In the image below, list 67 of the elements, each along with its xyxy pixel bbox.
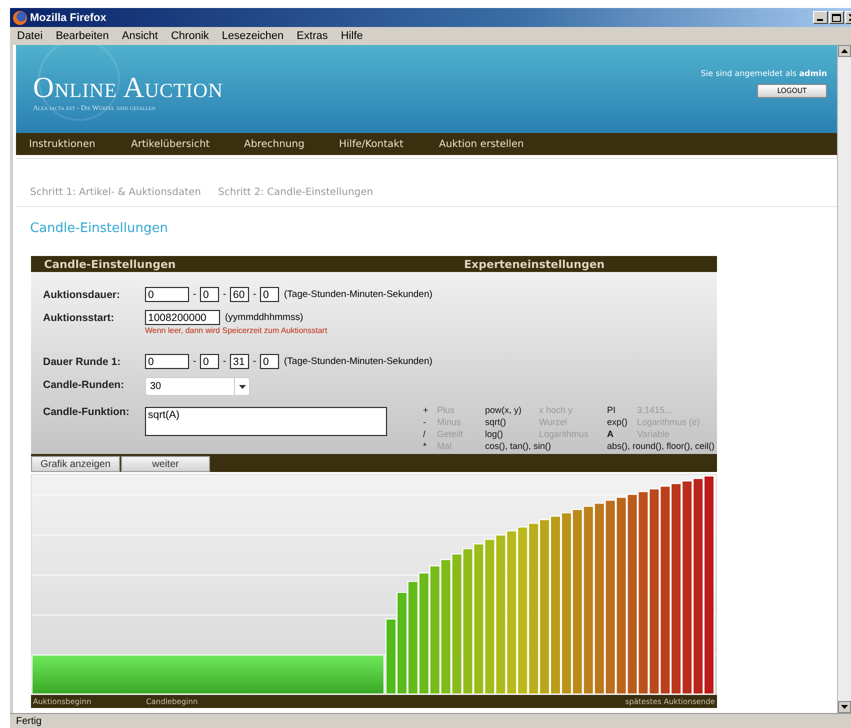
menu-item[interactable]: Chronik	[170, 30, 209, 42]
legend-term: PI	[607, 404, 617, 416]
minimize-button[interactable]	[813, 11, 828, 24]
menu-item[interactable]: Datei	[17, 30, 43, 42]
time-input-field[interactable]: 60	[230, 287, 249, 302]
legend-term: exp()	[607, 416, 629, 428]
panel-title: Candle-Einstellungen	[44, 258, 177, 270]
field-label: Candle-Runden:	[43, 378, 126, 393]
legend-term: /	[423, 428, 427, 440]
rounds-dropdown[interactable]: 30	[145, 377, 250, 396]
field-label: Auktionsdauer:	[43, 288, 122, 303]
time-input-field[interactable]: 31	[230, 354, 249, 369]
legend-term: A	[607, 428, 614, 440]
separator-text: -	[192, 355, 198, 369]
menu-item[interactable]: Hilfe	[340, 30, 363, 42]
separator-text: -	[222, 288, 228, 302]
legend-term: sqrt()	[485, 416, 507, 428]
format-hint: (Tage-Stunden-Minuten-Sekunden)	[284, 355, 432, 369]
nav-link[interactable]: Artikelübersicht	[131, 138, 244, 150]
time-input-field[interactable]: 0	[145, 354, 189, 369]
warning-note: Wenn leer, dann wird Speicerzeit zum Auktionsstart	[145, 326, 328, 335]
separator-text: -	[192, 288, 198, 302]
nav-link[interactable]: Hilfe/Kontakt	[339, 138, 439, 150]
function-input-field[interactable]: sqrt(A)	[145, 407, 387, 436]
separator-text: -	[252, 355, 258, 369]
legend-term: -	[423, 416, 427, 428]
menu-item[interactable]: Bearbeiten	[56, 30, 109, 42]
browser-logo-icon	[13, 10, 27, 24]
nav-link[interactable]: Auktion erstellen	[439, 138, 539, 150]
legend-term: cos(), tan(), sin()	[485, 440, 552, 452]
legend-term: log()	[485, 428, 504, 440]
legend-term: abs(), round(), floor(), ceil()	[607, 440, 715, 452]
time-input-field[interactable]: 0	[260, 354, 279, 369]
panel-button[interactable]: Grafik anzeigen	[31, 456, 120, 472]
legend-term: +	[423, 404, 430, 416]
caret-icon	[238, 384, 246, 388]
nav-link[interactable]: Abrechnung	[244, 138, 339, 150]
login-status: Sie sind angemeldet als admin	[700, 69, 828, 78]
window-title: Mozilla Firefox	[30, 12, 108, 24]
separator-text: -	[222, 355, 228, 369]
scroll-down-icon[interactable]	[841, 705, 848, 709]
scrollbar[interactable]	[837, 45, 851, 713]
menu-item[interactable]: Extras	[296, 30, 328, 42]
expert-settings-title: Experteneinstellungen	[464, 258, 605, 270]
menu-item[interactable]: Ansicht	[122, 30, 158, 42]
site-logo: Online Auction	[33, 73, 224, 103]
nav-link[interactable]: Instruktionen	[29, 138, 131, 150]
status-text: Fertig	[16, 716, 42, 726]
format-hint: (Tage-Stunden-Minuten-Sekunden)	[284, 288, 432, 302]
maximize-button[interactable]	[829, 11, 844, 24]
legend-term: pow(x, y)	[485, 404, 523, 416]
panel-button[interactable]: weiter	[121, 456, 210, 472]
field-label: Dauer Runde 1:	[43, 355, 122, 370]
start-date-input-field[interactable]: 1008200000	[145, 310, 220, 325]
page-heading: Candle-Einstellungen	[29, 220, 168, 236]
field-label: Candle-Funktion:	[43, 405, 130, 420]
legend-term: *	[423, 440, 428, 452]
maximize-icon	[832, 14, 841, 22]
time-input-field[interactable]: 0	[200, 287, 219, 302]
time-input-field[interactable]: 0	[260, 287, 279, 302]
time-input-field[interactable]: 0	[200, 354, 219, 369]
format-hint: (yymmddhhmmss)	[225, 311, 304, 325]
time-input-field[interactable]: 0	[145, 287, 189, 302]
separator-text: -	[252, 288, 258, 302]
menu-item[interactable]: Lesezeichen	[222, 30, 284, 42]
scroll-up-icon[interactable]	[841, 49, 848, 53]
field-label: Auktionsstart:	[43, 311, 116, 326]
